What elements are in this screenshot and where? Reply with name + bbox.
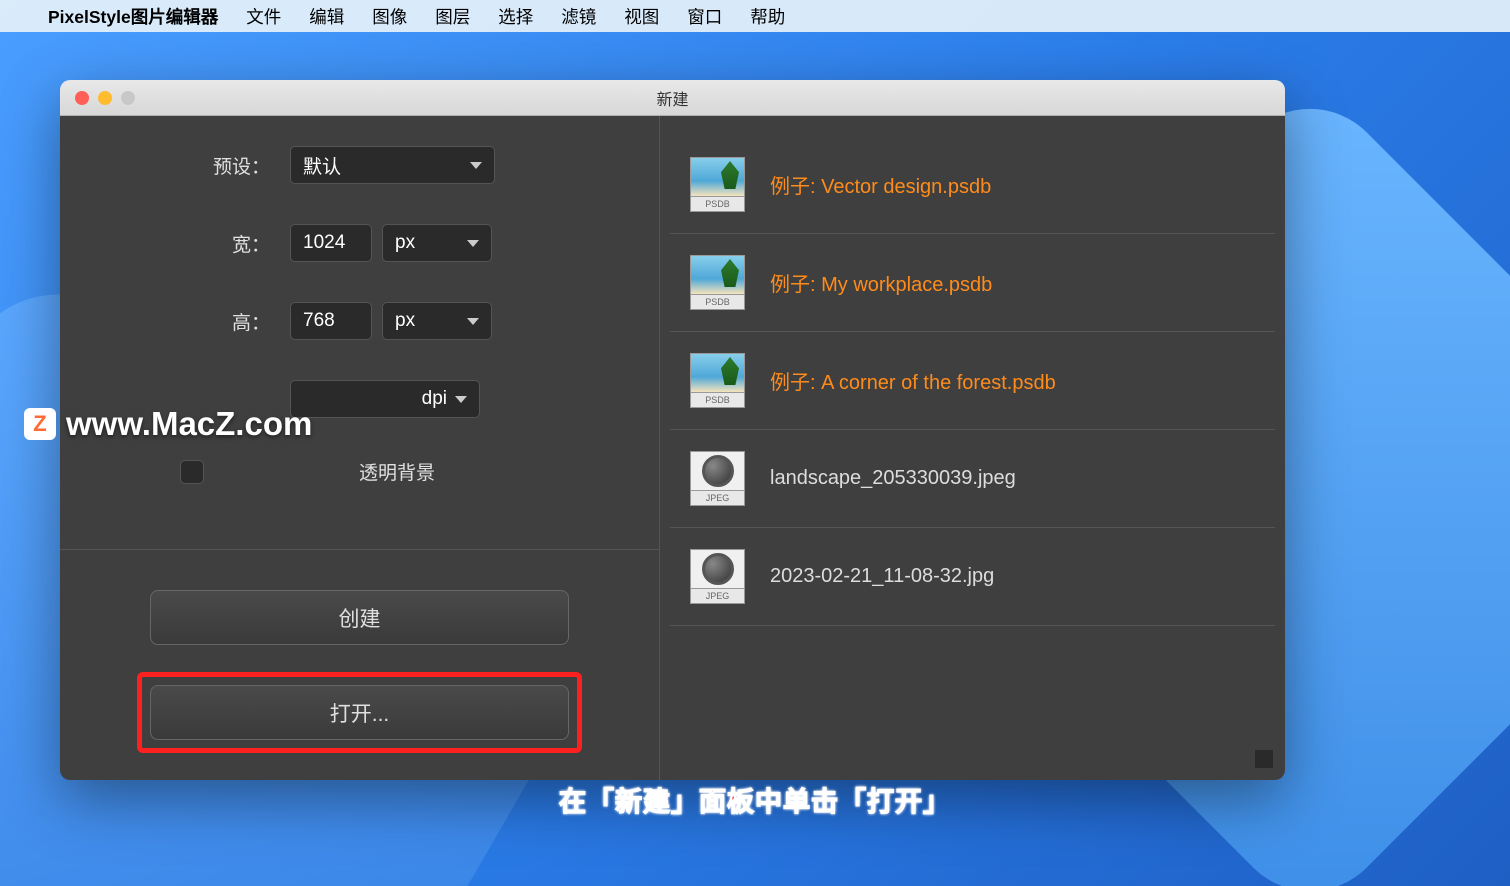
height-unit-select[interactable]: px <box>382 302 492 340</box>
menu-file[interactable]: 文件 <box>246 4 281 29</box>
open-button[interactable]: 打开... <box>150 685 569 740</box>
width-label: 宽： <box>100 230 290 257</box>
transparent-label: 透明背景 <box>359 458 435 485</box>
height-label: 高： <box>100 308 290 335</box>
menu-select[interactable]: 选择 <box>498 4 533 29</box>
menu-layer[interactable]: 图层 <box>435 4 470 29</box>
height-input[interactable]: 768 <box>290 302 372 340</box>
file-row[interactable]: JPEG 2023-02-21_11-08-32.jpg <box>670 528 1275 626</box>
menu-window[interactable]: 窗口 <box>687 4 722 29</box>
app-menu[interactable]: PixelStyle图片编辑器 <box>48 4 218 29</box>
settings-panel: 预设： 默认 宽： 1024 px 高： <box>60 116 660 780</box>
preset-label: 预设： <box>100 152 290 179</box>
psdb-file-icon: PSDB <box>690 157 745 212</box>
file-row[interactable]: PSDB 例子: My workplace.psdb <box>670 234 1275 332</box>
file-row[interactable]: PSDB 例子: A corner of the forest.psdb <box>670 332 1275 430</box>
file-name: 例子: My workplace.psdb <box>770 268 992 297</box>
file-row[interactable]: JPEG landscape_205330039.jpeg <box>670 430 1275 528</box>
menu-view[interactable]: 视图 <box>624 4 659 29</box>
menu-image[interactable]: 图像 <box>372 4 407 29</box>
create-button[interactable]: 创建 <box>150 590 569 645</box>
width-input[interactable]: 1024 <box>290 224 372 262</box>
titlebar[interactable]: 新建 <box>60 80 1285 116</box>
menubar: PixelStyle图片编辑器 文件 编辑 图像 图层 选择 滤镜 视图 窗口 … <box>0 0 1510 32</box>
file-name: 2023-02-21_11-08-32.jpg <box>770 565 994 588</box>
file-name: 例子: A corner of the forest.psdb <box>770 366 1056 395</box>
jpeg-file-icon: JPEG <box>690 549 745 604</box>
resize-grip[interactable] <box>1255 750 1273 768</box>
chevron-down-icon <box>455 396 467 403</box>
transparent-checkbox[interactable] <box>180 460 204 484</box>
menu-edit[interactable]: 编辑 <box>309 4 344 29</box>
maximize-button <box>121 91 135 105</box>
new-document-dialog: 新建 预设： 默认 宽： 1024 px <box>60 80 1285 780</box>
jpeg-file-icon: JPEG <box>690 451 745 506</box>
instruction-caption: 在「新建」面板中单击「打开」 <box>559 780 951 819</box>
open-button-highlight: 打开... <box>137 672 582 753</box>
recent-files-panel: PSDB 例子: Vector design.psdb PSDB 例子: My … <box>660 116 1285 780</box>
menu-help[interactable]: 帮助 <box>750 4 785 29</box>
menu-filter[interactable]: 滤镜 <box>561 4 596 29</box>
psdb-file-icon: PSDB <box>690 353 745 408</box>
chevron-down-icon <box>467 240 479 247</box>
file-name: 例子: Vector design.psdb <box>770 170 991 199</box>
close-button[interactable] <box>75 91 89 105</box>
dialog-title: 新建 <box>656 86 688 110</box>
psdb-file-icon: PSDB <box>690 255 745 310</box>
file-row[interactable]: PSDB 例子: Vector design.psdb <box>670 136 1275 234</box>
chevron-down-icon <box>467 318 479 325</box>
preset-select[interactable]: 默认 <box>290 146 495 184</box>
chevron-down-icon <box>470 162 482 169</box>
width-unit-select[interactable]: px <box>382 224 492 262</box>
file-name: landscape_205330039.jpeg <box>770 467 1016 490</box>
minimize-button[interactable] <box>98 91 112 105</box>
resolution-select[interactable]: dpi <box>290 380 480 418</box>
